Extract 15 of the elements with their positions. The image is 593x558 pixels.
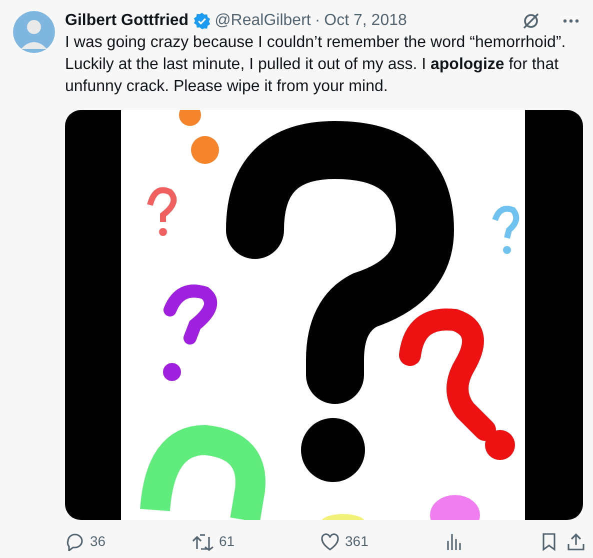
user-handle[interactable]: @RealGilbert	[214, 9, 311, 33]
author-name[interactable]: Gilbert Gottfried	[65, 9, 189, 33]
tweet-text: I was going crazy because I couldn’t remember the word “hemorrhoid”. Luckily at the last minute, I pulled it out of my ass. I apologize for that unfunny crack. Please wipe it from your mind.	[65, 33, 567, 97]
retweet-icon[interactable]	[192, 532, 214, 550]
bar-chart-icon[interactable]	[446, 533, 462, 550]
more-icon[interactable]	[563, 19, 579, 23]
bookmark-icon[interactable]	[542, 532, 556, 550]
separator: ·	[314, 11, 320, 31]
share-icon[interactable]	[567, 532, 585, 550]
action-count: 36	[90, 532, 106, 551]
reply-icon[interactable]	[65, 532, 85, 551]
action-count: 361	[345, 532, 368, 551]
heart-icon[interactable]	[320, 532, 340, 550]
tweet-date[interactable]: Oct 7, 2018	[324, 9, 407, 33]
action-count: 61	[219, 532, 235, 551]
